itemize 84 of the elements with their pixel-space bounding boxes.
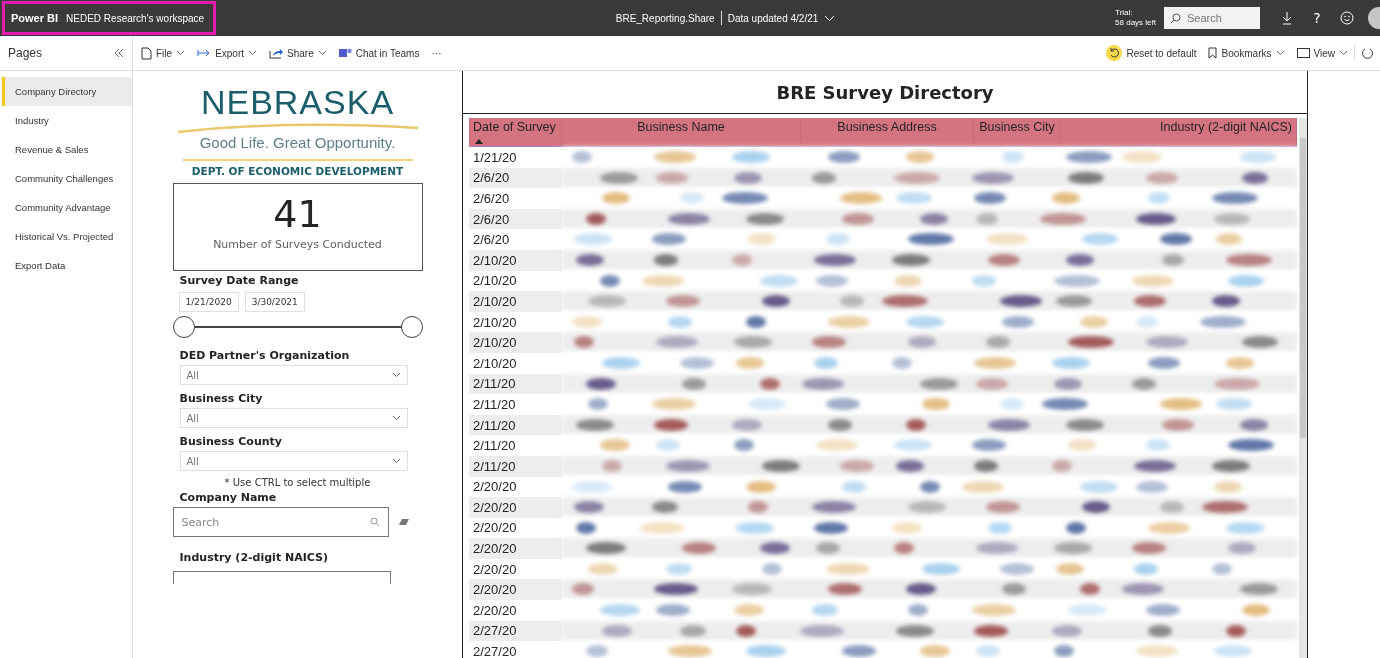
window-icon	[1296, 48, 1310, 58]
column-header[interactable]: Business Address	[801, 118, 974, 146]
chevron-down-icon	[391, 458, 401, 464]
table-cell: 2/10/20	[469, 249, 562, 271]
workspace-name[interactable]: NEDED Research's workspace	[66, 12, 205, 24]
report-name: BRE_Reporting.Share	[615, 12, 715, 24]
smiley-icon[interactable]	[1340, 11, 1354, 25]
kpi-value: 41	[273, 192, 322, 236]
start-date-field[interactable]: 1/21/2020	[178, 292, 239, 312]
more-button[interactable]: ···	[425, 41, 448, 65]
table-cell: 2/11/20	[469, 414, 562, 436]
page-tab[interactable]: Community Advantage	[2, 193, 132, 222]
search-icon	[1170, 12, 1181, 24]
dropdown[interactable]: All	[179, 451, 408, 471]
end-date-field[interactable]: 3/30/2021	[244, 292, 305, 312]
document-icon	[141, 46, 152, 60]
slider-thumb[interactable]	[400, 316, 423, 338]
toolbar-button[interactable]: Bookmarks	[1202, 41, 1291, 65]
table-cell: 2/20/20	[469, 579, 562, 601]
help-button[interactable]: ?	[1308, 9, 1326, 27]
industry-field[interactable]	[172, 571, 391, 584]
date-range-slider[interactable]	[172, 316, 423, 338]
teams-icon	[338, 47, 352, 59]
arrow-right-icon	[197, 49, 212, 57]
search-icon	[369, 517, 380, 527]
table-cell: 2/10/20	[469, 332, 562, 353]
toolbar-button[interactable]: Share	[263, 41, 333, 65]
slicer-title: Industry (2-digit NAICS)	[179, 551, 330, 564]
toolbar-button[interactable]: File	[135, 41, 192, 65]
toolbar-button[interactable]: Export	[191, 41, 264, 65]
pages-title: Pages	[8, 46, 43, 60]
trial-days-text: 58 days left	[1115, 18, 1156, 28]
collapse-icon[interactable]	[114, 48, 124, 58]
table-cell: 2/11/20	[469, 373, 562, 395]
toolbar-button[interactable]: View	[1290, 41, 1354, 65]
page-tab[interactable]: Historical Vs. Projected	[2, 222, 132, 251]
sort-icon	[475, 139, 483, 144]
chevron-down-icon[interactable]	[824, 14, 836, 22]
logo-department: DEPT. OF ECONOMIC DEVELOPMENT	[191, 165, 404, 177]
app-name[interactable]: Power BI	[11, 12, 59, 24]
page-tab[interactable]: Community Challenges	[2, 164, 132, 193]
page-tab[interactable]: Export Data	[2, 251, 132, 280]
table-cell: 2/6/20	[469, 208, 562, 230]
trial-label: Trial:	[1115, 8, 1134, 18]
slicer-title: Company Name	[179, 491, 278, 504]
column-header[interactable]: Industry (2-digit NAICS)	[1061, 118, 1297, 146]
logo-name: NEBRASKA	[200, 85, 395, 119]
toolbar-button[interactable]: Chat in Teams	[332, 41, 426, 65]
page-tab[interactable]: Industry	[2, 106, 132, 135]
search-field[interactable]: Search	[1164, 7, 1260, 29]
column-header[interactable]: Business City	[974, 118, 1061, 146]
hint-text: * Use CTRL to select multiple	[223, 477, 372, 488]
scrollbar[interactable]	[1299, 118, 1307, 658]
slicer-title: Business County	[179, 435, 283, 448]
table-cell: 2/20/20	[469, 497, 562, 518]
reset-icon	[1106, 45, 1123, 61]
refresh-icon[interactable]	[1361, 46, 1374, 60]
table-cell: 2/6/20	[469, 167, 562, 189]
toolbar-button[interactable]: Reset to default	[1100, 41, 1203, 65]
column-header[interactable]: Business Name	[562, 118, 801, 146]
eraser-icon[interactable]	[398, 518, 409, 526]
table-cell: 2/11/20	[469, 455, 562, 477]
column-header[interactable]: Date of Survey	[469, 118, 562, 146]
table-cell: 2/20/20	[469, 538, 562, 559]
page-tab[interactable]: Revenue & Sales	[2, 135, 132, 164]
dropdown[interactable]: All	[179, 408, 408, 428]
dropdown[interactable]: All	[179, 365, 408, 385]
data-updated-text: Data updated 4/2/21	[727, 12, 819, 24]
kpi-label: Number of Surveys Conducted	[213, 238, 382, 251]
company-search-field[interactable]: Search	[172, 507, 389, 537]
slider-thumb[interactable]	[172, 316, 195, 338]
slicer-title: Survey Date Range	[179, 274, 300, 287]
page-tab[interactable]: Company Directory	[2, 77, 132, 106]
bookmark-icon	[1208, 47, 1218, 59]
table-cell: 2/27/20	[469, 620, 562, 642]
table-cell: 2/10/20	[469, 291, 562, 312]
download-icon[interactable]	[1282, 11, 1292, 25]
table-title: BRE Survey Directory	[463, 71, 1307, 114]
chevron-down-icon	[391, 372, 401, 378]
chevron-down-icon	[391, 415, 401, 421]
share-icon	[269, 47, 284, 59]
slicer-title: DED Partner's Organization	[179, 349, 351, 362]
logo-tagline: Good Life. Great Opportunity.	[199, 134, 396, 151]
slicer-title: Business City	[179, 392, 264, 405]
